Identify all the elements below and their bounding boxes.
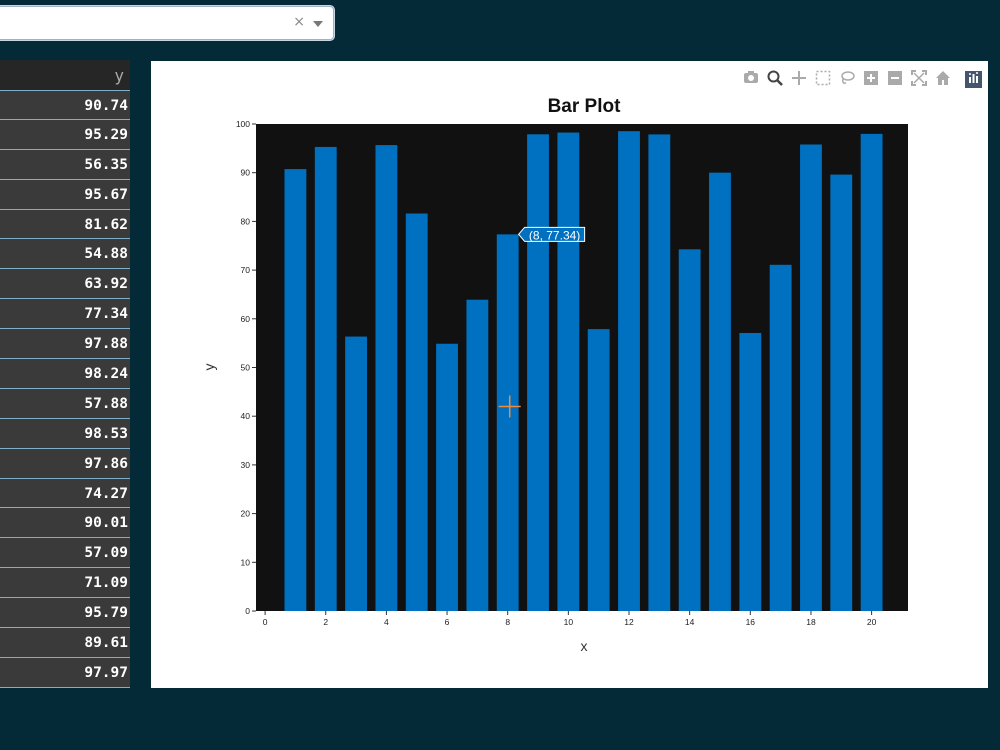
y-tick-label: 20: [241, 509, 251, 519]
table-row[interactable]: 97.88: [0, 329, 130, 360]
x-tick-label: 12: [624, 617, 634, 627]
chart-title: Bar Plot: [548, 96, 622, 117]
y-tick-label: 30: [241, 460, 251, 470]
column-header-y[interactable]: y: [0, 60, 130, 90]
x-tick-label: 14: [685, 617, 695, 627]
x-axis-label: x: [581, 638, 588, 654]
table-row[interactable]: 81.62: [0, 209, 130, 240]
data-table: y 90.74 95.29 56.35 95.67 81.62 54.88 63.92 77.…: [0, 60, 130, 688]
x-tick-label: 18: [806, 617, 816, 627]
x-tick-label: 16: [746, 617, 756, 627]
chevron-down-icon[interactable]: [313, 21, 323, 27]
bar-11[interactable]: [587, 329, 610, 611]
table-row[interactable]: 57.88: [0, 388, 130, 419]
y-tick-label: 80: [241, 216, 251, 226]
clear-icon[interactable]: ×: [293, 14, 305, 30]
table-row[interactable]: 98.53: [0, 418, 130, 449]
bar-10[interactable]: [557, 132, 580, 611]
y-tick-label: 70: [241, 265, 251, 275]
bar-chart: Bar Plot 0 10 20 30 40 50 60 70 80 90 100 0 2 4 6 8 10 1…: [201, 96, 908, 654]
table-row[interactable]: 97.86: [0, 448, 130, 479]
dropdown-select[interactable]: ×: [0, 6, 334, 40]
table-row[interactable]: 63.92: [0, 269, 130, 300]
x-tick-label: 20: [867, 617, 877, 627]
table-row[interactable]: 57.09: [0, 538, 130, 569]
y-tick-label: 40: [241, 411, 251, 421]
bar-18[interactable]: [800, 144, 822, 612]
x-tick-label: 10: [564, 617, 574, 627]
table-row[interactable]: 89.61: [0, 628, 130, 658]
bar-5[interactable]: [405, 213, 428, 611]
bar-1[interactable]: [284, 169, 307, 611]
bar-13[interactable]: [648, 134, 671, 611]
x-tick-label: 0: [263, 617, 268, 627]
y-tick-label: 60: [241, 314, 251, 324]
y-tick-label: 50: [241, 363, 251, 373]
bar-6[interactable]: [436, 343, 458, 611]
bar-7[interactable]: [466, 299, 489, 611]
table-row[interactable]: 95.79: [0, 598, 130, 629]
table-row[interactable]: 56.35: [0, 149, 130, 180]
bar-8[interactable]: [496, 234, 519, 612]
x-tick-label: 6: [445, 617, 450, 627]
y-tick-label: 0: [245, 606, 250, 616]
table-row[interactable]: 95.67: [0, 179, 130, 210]
bar-16[interactable]: [739, 332, 762, 611]
bar-2[interactable]: [314, 146, 337, 612]
table-body: 90.74 95.29 56.35 95.67 81.62 54.88 63.92 77.34…: [0, 90, 130, 688]
bar-3[interactable]: [345, 336, 367, 611]
y-tick-label: 90: [241, 168, 251, 178]
table-row[interactable]: 54.88: [0, 239, 130, 270]
bar-15[interactable]: [709, 172, 731, 611]
x-tick-label: 4: [384, 617, 389, 627]
x-tick-label: 2: [323, 617, 328, 627]
bar-17[interactable]: [769, 264, 792, 611]
table-row[interactable]: 90.01: [0, 508, 130, 539]
y-tick-label: 100: [236, 119, 250, 129]
table-row[interactable]: 71.09: [0, 568, 130, 599]
bar-14[interactable]: [678, 249, 701, 611]
y-tick-label: 10: [241, 557, 251, 567]
table-row[interactable]: 97.97: [0, 657, 130, 688]
hover-label-text: (8, 77.34): [529, 228, 580, 242]
bar-4[interactable]: [375, 145, 398, 611]
table-row[interactable]: 74.27: [0, 478, 130, 509]
table-row[interactable]: 98.24: [0, 359, 130, 389]
table-row[interactable]: 95.29: [0, 119, 130, 150]
table-row[interactable]: 77.34: [0, 299, 130, 330]
y-axis-label: y: [201, 364, 217, 371]
bar-20[interactable]: [860, 133, 883, 611]
bar-12[interactable]: [618, 131, 640, 611]
table-row[interactable]: 90.74: [0, 90, 130, 120]
bar-19[interactable]: [830, 174, 853, 611]
chart-panel: Bar Plot 0 10 20 30 40 50 60 70 80 90 100 0 2 4 6 8 10 1…: [151, 61, 988, 688]
x-tick-label: 8: [505, 617, 510, 627]
bar-9[interactable]: [527, 134, 549, 611]
